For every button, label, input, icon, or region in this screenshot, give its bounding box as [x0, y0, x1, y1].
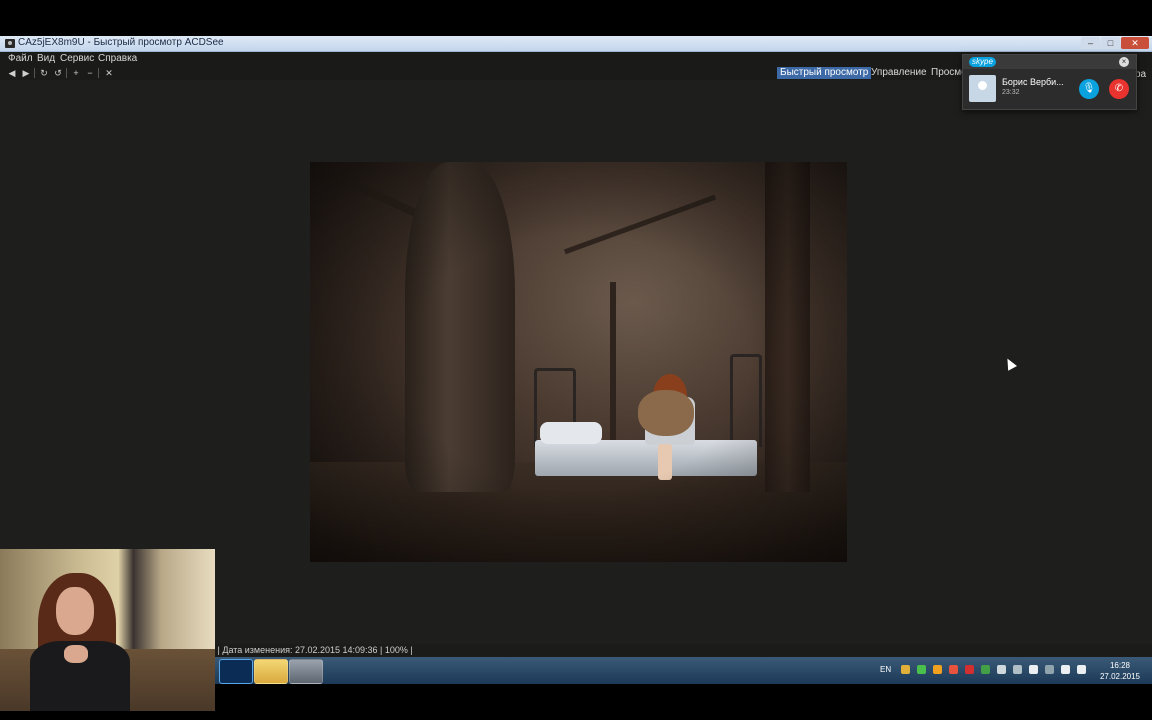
skype-contact-name: Борис Верби...: [1002, 77, 1064, 87]
volume-icon[interactable]: [1077, 665, 1086, 674]
tray-icon[interactable]: [965, 665, 974, 674]
tray-icon[interactable]: [933, 665, 942, 674]
back-icon[interactable]: ◀: [7, 68, 17, 78]
photo-vignette: [310, 162, 847, 562]
avatar: [969, 75, 996, 102]
webcam-person-hand: [64, 645, 88, 663]
app-camera-icon: [5, 39, 15, 48]
tab-manage[interactable]: Управление: [868, 67, 930, 79]
menu-tools[interactable]: Сервис: [60, 53, 94, 64]
clock-time: 16:28: [1109, 661, 1131, 670]
clock-date: 27.02.2015: [1099, 672, 1141, 681]
explorer-icon[interactable]: [254, 659, 288, 684]
rotate-icon[interactable]: ↻: [39, 68, 49, 78]
acdsee-icon[interactable]: [219, 659, 253, 684]
toolbar-separator: [66, 68, 67, 78]
zoom-in-icon[interactable]: +: [71, 68, 81, 78]
tray-icon[interactable]: [901, 665, 910, 674]
mic-icon[interactable]: 🎙: [1079, 79, 1099, 99]
forward-icon[interactable]: ▶: [21, 68, 31, 78]
close-icon[interactable]: ✕: [104, 68, 114, 78]
maximize-button[interactable]: □: [1101, 37, 1120, 49]
status-bar: 5 | Дата изменения: 27.02.2015 14:09:36 …: [210, 644, 1152, 657]
rotate-ccw-icon[interactable]: ↺: [53, 68, 63, 78]
menu-file[interactable]: Файл: [8, 53, 33, 64]
tray-icon[interactable]: [949, 665, 958, 674]
minimize-button[interactable]: –: [1081, 37, 1100, 49]
toolbar-separator: [34, 68, 35, 78]
close-button[interactable]: ✕: [1121, 37, 1149, 49]
language-indicator[interactable]: EN: [880, 665, 891, 674]
skype-call-widget[interactable]: skype × Борис Верби... 23:32 🎙 ✆: [962, 54, 1137, 110]
tray-icon[interactable]: [997, 665, 1006, 674]
end-call-icon[interactable]: ✆: [1109, 79, 1129, 99]
toolbar-separator: [98, 68, 99, 78]
network-icon[interactable]: [1045, 665, 1054, 674]
taskbar-clock[interactable]: 16:28 27.02.2015: [1098, 660, 1142, 682]
tray-icon[interactable]: [981, 665, 990, 674]
skype-close-icon[interactable]: ×: [1119, 57, 1129, 67]
tray-icon[interactable]: [917, 665, 926, 674]
displayed-photo[interactable]: [310, 162, 847, 562]
monitor-icon[interactable]: [1061, 665, 1070, 674]
mouse-cursor-icon: [1003, 356, 1017, 371]
window-title: CAz5jEX8m9U - Быстрый просмотр ACDSee: [18, 37, 224, 48]
skype-header: skype ×: [963, 55, 1136, 69]
webcam-overlay: [0, 549, 215, 711]
menu-view[interactable]: Вид: [37, 53, 55, 64]
webcam-person-face: [56, 587, 94, 635]
zoom-out-icon[interactable]: −: [85, 68, 95, 78]
menu-help[interactable]: Справка: [98, 53, 137, 64]
camera-icon[interactable]: [289, 659, 323, 684]
skype-call-duration: 23:32: [1002, 89, 1020, 96]
tab-quick-view[interactable]: Быстрый просмотр: [777, 67, 872, 79]
window-titlebar[interactable]: CAz5jEX8m9U - Быстрый просмотр ACDSee – …: [0, 36, 1152, 52]
skype-logo: skype: [969, 57, 996, 67]
tray-icon[interactable]: [1013, 665, 1022, 674]
status-text: 5 | Дата изменения: 27.02.2015 14:09:36 …: [210, 645, 413, 655]
flag-icon[interactable]: [1029, 665, 1038, 674]
